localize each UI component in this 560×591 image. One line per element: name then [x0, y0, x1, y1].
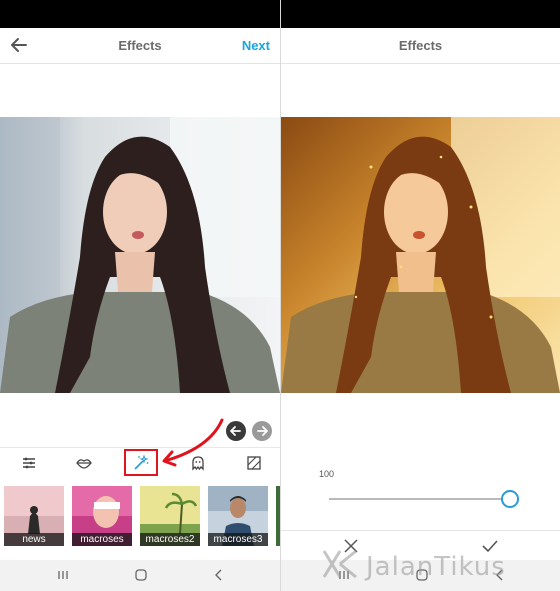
cancel-button[interactable]: [342, 537, 360, 555]
undo-redo-bar: [0, 418, 280, 444]
filter-strip: news macroses macroses2 macroses3: [0, 486, 280, 548]
recent-apps-icon[interactable]: [337, 568, 351, 582]
left-screen: Effects Next news macroses macroses2 mac…: [0, 0, 280, 591]
home-icon[interactable]: [415, 568, 429, 582]
filter-item-macroses2[interactable]: macroses2: [140, 486, 200, 546]
ghost-icon[interactable]: [189, 454, 207, 472]
redo-button[interactable]: [252, 421, 272, 441]
page-title: Effects: [118, 38, 162, 53]
arrow-right-icon: [257, 426, 268, 436]
filter-item-macroses3[interactable]: macroses3: [208, 486, 268, 546]
status-bar: [0, 0, 280, 28]
page-title: Effects: [398, 38, 443, 53]
next-button[interactable]: Next: [242, 38, 270, 53]
filter-label: macroses2: [140, 533, 200, 546]
action-bar: [281, 530, 560, 560]
slider-value: 100: [319, 469, 335, 479]
close-icon: [344, 539, 358, 553]
nav-back-icon[interactable]: [493, 568, 507, 582]
lips-icon[interactable]: [75, 454, 93, 472]
effect-preview-photo: [281, 117, 560, 393]
undo-button[interactable]: [226, 421, 246, 441]
arrow-left-icon: [230, 426, 241, 436]
filter-label: macroses3: [208, 533, 268, 546]
grid-icon[interactable]: [245, 454, 263, 472]
intensity-slider-track[interactable]: [329, 498, 509, 500]
filter-item-news[interactable]: news: [4, 486, 64, 546]
filter-item-macroses[interactable]: macroses: [72, 486, 132, 546]
system-nav-bar: [0, 560, 280, 591]
intensity-slider-thumb[interactable]: [501, 490, 519, 508]
check-icon: [482, 540, 498, 553]
confirm-button[interactable]: [481, 537, 499, 555]
filter-label: news: [4, 533, 64, 546]
selected-tool-highlight: [124, 449, 158, 476]
status-bar: [281, 0, 560, 28]
system-nav-bar: [281, 560, 560, 591]
recent-apps-icon[interactable]: [56, 568, 70, 582]
filter-label: macroses: [72, 533, 132, 546]
app-bar: Effects Next: [0, 28, 280, 64]
right-screen: Effects 100: [281, 0, 560, 591]
app-bar: Effects: [281, 28, 560, 64]
nav-back-icon[interactable]: [212, 568, 226, 582]
original-photo: [0, 117, 280, 393]
home-icon[interactable]: [134, 568, 148, 582]
adjust-icon[interactable]: [20, 454, 38, 472]
